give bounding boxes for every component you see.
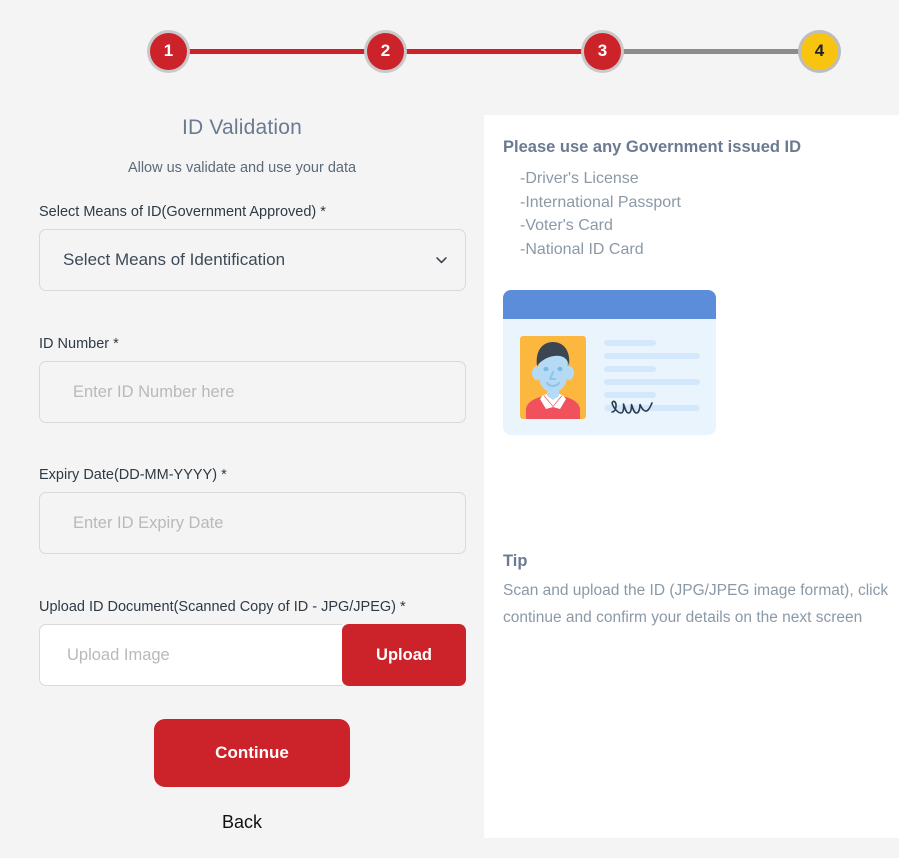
id-number-placeholder: Enter ID Number here: [73, 382, 235, 401]
signature-icon: [606, 395, 666, 419]
field-id-number: ID Number * Enter ID Number here: [39, 336, 466, 423]
id-card-line: [604, 379, 700, 385]
upload-row: Upload Image Upload: [39, 624, 466, 686]
list-item: -Driver's License: [520, 170, 639, 187]
info-panel-heading: Please use any Government issued ID: [503, 138, 802, 156]
content-area: ID Validation Allow us validate and use …: [0, 94, 899, 858]
stepper-track: 1 2 3 4: [150, 30, 838, 72]
upload-id-label: Upload ID Document(Scanned Copy of ID - …: [39, 599, 406, 615]
step-indicator-1[interactable]: 1: [150, 32, 187, 70]
id-number-label: ID Number *: [39, 336, 119, 352]
continue-button[interactable]: Continue: [154, 719, 350, 787]
field-means-of-id: Select Means of ID(Government Approved) …: [39, 204, 466, 291]
id-card-portrait-icon: [520, 336, 586, 419]
chevron-down-icon: [435, 254, 448, 267]
step-connector-1-2: [185, 48, 369, 54]
tip-title: Tip: [503, 552, 528, 570]
step-connector-3-4: [619, 48, 803, 54]
means-of-id-select[interactable]: Select Means of Identification: [39, 229, 466, 291]
means-of-id-label: Select Means of ID(Government Approved) …: [39, 204, 326, 220]
field-expiry-date: Expiry Date(DD-MM-YYYY) * Enter ID Expir…: [39, 467, 466, 554]
upload-button[interactable]: Upload: [342, 624, 466, 686]
id-card-line: [604, 366, 656, 372]
id-card-illustration: [503, 290, 716, 435]
step-indicator-2[interactable]: 2: [367, 32, 404, 70]
list-item: -International Passport: [520, 193, 681, 211]
accepted-id-list: -Driver's License -International Passpor…: [503, 167, 681, 261]
page-subtitle: Allow us validate and use your data: [127, 160, 357, 176]
page-title: ID Validation: [181, 116, 303, 139]
list-item: -National ID Card: [520, 240, 644, 258]
id-number-input[interactable]: Enter ID Number here: [39, 361, 466, 423]
list-item: -Voter's Card: [520, 217, 613, 234]
field-upload-id-document: Upload ID Document(Scanned Copy of ID - …: [39, 599, 466, 686]
upload-image-placeholder: Upload Image: [67, 645, 170, 664]
expiry-date-placeholder: Enter ID Expiry Date: [73, 513, 224, 532]
expiry-date-label: Expiry Date(DD-MM-YYYY) *: [39, 467, 227, 483]
step-indicator-3[interactable]: 3: [584, 32, 621, 70]
back-link[interactable]: Back: [0, 812, 484, 833]
upload-image-input[interactable]: Upload Image: [39, 624, 342, 686]
id-validation-form: ID Validation Allow us validate and use …: [0, 94, 484, 858]
info-panel: Please use any Government issued ID -Dri…: [484, 115, 899, 838]
means-of-id-selected-value: Select Means of Identification: [63, 250, 286, 269]
progress-stepper: 1 2 3 4: [0, 0, 899, 94]
step-indicator-4[interactable]: 4: [801, 32, 838, 70]
tip-body: Scan and upload the ID (JPG/JPEG image f…: [503, 582, 889, 626]
id-card-header-band: [503, 290, 716, 319]
expiry-date-input[interactable]: Enter ID Expiry Date: [39, 492, 466, 554]
id-card-line: [604, 340, 656, 346]
id-card-line: [604, 353, 700, 359]
step-connector-2-3: [402, 48, 586, 54]
